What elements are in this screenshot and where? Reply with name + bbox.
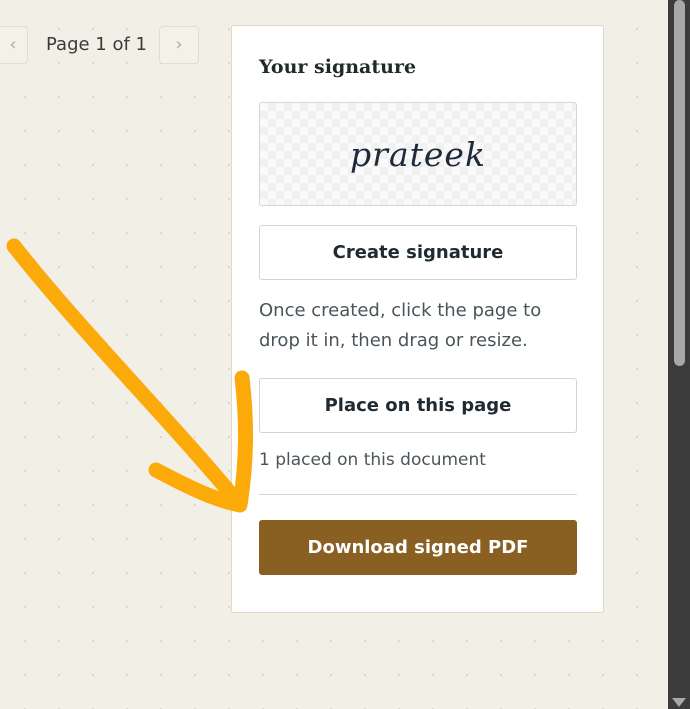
next-page-button[interactable]: › bbox=[159, 26, 199, 64]
chevron-left-icon: ‹ bbox=[9, 34, 17, 55]
instructions-text: Once created, click the page to drop it … bbox=[259, 300, 542, 351]
scrollbar-thumb[interactable] bbox=[674, 0, 685, 366]
chevron-right-icon: › bbox=[175, 34, 183, 55]
place-on-page-button[interactable]: Place on this page bbox=[259, 378, 577, 433]
create-signature-button[interactable]: Create signature bbox=[259, 225, 577, 280]
page-indicator: Page 1 of 1 bbox=[46, 34, 147, 55]
vertical-scrollbar[interactable] bbox=[668, 0, 690, 709]
download-signed-pdf-button[interactable]: Download signed PDF bbox=[259, 520, 577, 575]
signature-image-text: prateek bbox=[350, 134, 486, 174]
divider bbox=[259, 494, 577, 495]
signature-preview: prateek bbox=[259, 102, 577, 206]
signature-panel: Your signature prateek Create signature … bbox=[231, 25, 604, 613]
placed-count-text: 1 placed on this document bbox=[259, 450, 486, 470]
previous-page-button[interactable]: ‹ bbox=[0, 26, 28, 64]
scroll-down-arrow-icon[interactable] bbox=[672, 698, 686, 707]
panel-title: Your signature bbox=[259, 56, 417, 78]
